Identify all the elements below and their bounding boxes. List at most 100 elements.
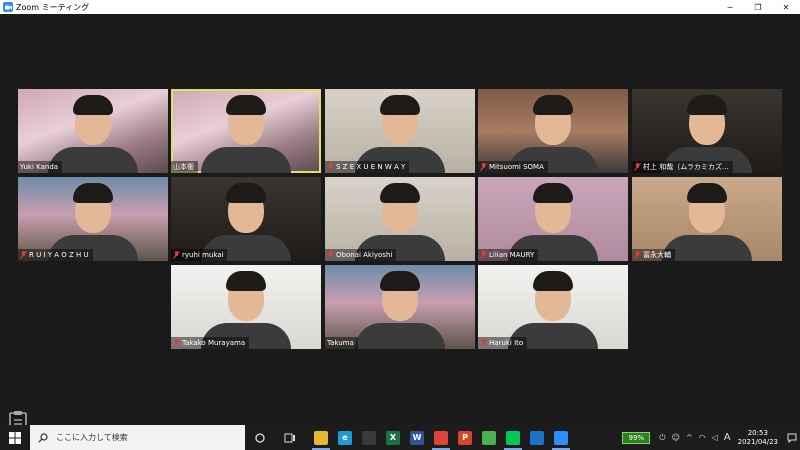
muted-mic-icon (480, 339, 487, 347)
taskbar-app-word[interactable]: W (405, 425, 429, 450)
participant-tile[interactable]: Takako Murayama (171, 265, 321, 349)
participant-namebar: 村上 和哉（ムラカミカズ… (632, 161, 733, 173)
participant-name: Lilian MAURY (489, 251, 535, 259)
muted-mic-icon (634, 163, 641, 171)
taskbar-app-line[interactable] (501, 425, 525, 450)
participant-hair (687, 95, 727, 115)
participant-hair (226, 271, 266, 291)
participant-hair (533, 183, 573, 203)
zoom-app-icon (3, 2, 13, 12)
participant-tile[interactable]: Haruki Ito (478, 265, 628, 349)
taskbar-app-excel[interactable]: X (381, 425, 405, 450)
participant-tile[interactable]: S Z E X U E N W A Y (325, 89, 475, 173)
task-view-button[interactable] (275, 425, 305, 450)
participant-hair (687, 183, 727, 203)
participant-tile[interactable]: Mitsuomi SOMA (478, 89, 628, 173)
participant-namebar: ryuhi mukai (171, 249, 228, 261)
participant-name: Takuma (327, 339, 354, 347)
windows-logo-icon (9, 431, 21, 444)
participant-name: Mitsuomi SOMA (489, 163, 544, 171)
participant-body (662, 235, 752, 261)
muted-mic-icon (480, 251, 487, 259)
taskbar-app-chrome[interactable] (429, 425, 453, 450)
file-explorer-icon (314, 430, 328, 445)
participant-namebar: Haruki Ito (478, 337, 528, 349)
battery-indicator[interactable]: 99% (622, 431, 651, 444)
window-title: Zoom ミーティング (16, 2, 90, 12)
word-icon: W (410, 430, 424, 445)
participant-namebar: Takuma (325, 337, 358, 349)
power-icon[interactable]: ⏻ (659, 433, 665, 443)
muted-mic-icon (634, 251, 641, 259)
participant-name: Obonai Akiyoshi (336, 251, 393, 259)
ime-indicator[interactable]: A (724, 432, 731, 443)
participant-namebar: S Z E X U E N W A Y (325, 161, 410, 173)
participant-tile[interactable]: Takuma (325, 265, 475, 349)
search-placeholder: ここに入力して検索 (56, 433, 128, 442)
chrome-icon (482, 430, 496, 445)
taskbar-app-mail[interactable] (525, 425, 549, 450)
participant-namebar: R U I Y A O Z H U (18, 249, 93, 261)
participant-namebar: Takako Murayama (171, 337, 250, 349)
cortana-icon (255, 432, 265, 443)
task-view-icon (284, 433, 295, 442)
taskbar-app-powerpoint[interactable]: P (453, 425, 477, 450)
participant-name: 冨永大輔 (643, 251, 671, 259)
mail-icon (530, 430, 544, 445)
volume-icon[interactable]: ◁ (712, 433, 718, 442)
line-icon (506, 430, 520, 445)
participant-hair (380, 95, 420, 115)
close-button[interactable]: ✕ (772, 0, 800, 14)
notification-button[interactable] (784, 425, 800, 450)
excel-icon: X (386, 430, 400, 445)
participant-name: 村上 和哉（ムラカミカズ… (643, 163, 729, 171)
gallery-view: Yuki Kanda 山本衝 S Z E X U E N W A Y Mitsuomi… (0, 14, 800, 432)
participant-tile[interactable]: 冨永大輔 (632, 177, 782, 261)
powerpoint-icon: P (458, 430, 472, 445)
participant-tile[interactable]: 山本衝 (171, 89, 321, 173)
participant-tile[interactable]: ryuhi mukai (171, 177, 321, 261)
participant-tile[interactable]: Yuki Kanda (18, 89, 168, 173)
cortana-button[interactable] (245, 425, 275, 450)
clock-time: 20:53 (747, 428, 768, 437)
clock[interactable]: 20:53 2021/04/23 (738, 429, 778, 447)
zoom-icon (554, 430, 568, 445)
taskbar-app-file-explorer[interactable] (309, 425, 333, 450)
taskbar-app-chrome[interactable] (477, 425, 501, 450)
muted-mic-icon (173, 339, 180, 347)
start-button[interactable] (0, 425, 30, 450)
minimize-button[interactable]: ─ (716, 0, 744, 14)
participant-tile[interactable]: R U I Y A O Z H U (18, 177, 168, 261)
participant-namebar: Yuki Kanda (18, 161, 63, 173)
participant-hair (226, 183, 266, 203)
participant-namebar: 山本衝 (171, 161, 198, 173)
clock-date: 2021/04/23 (737, 437, 778, 446)
person-icon[interactable]: ☺ (672, 433, 680, 442)
participant-body (201, 147, 291, 173)
chrome-icon (434, 430, 448, 445)
participant-name: Takako Murayama (182, 339, 246, 347)
participant-namebar: Obonai Akiyoshi (325, 249, 397, 261)
participant-name: Yuki Kanda (20, 163, 59, 171)
muted-mic-icon (327, 251, 334, 259)
participant-body (355, 323, 445, 349)
participant-namebar: 冨永大輔 (632, 249, 675, 261)
participant-tile[interactable]: Lilian MAURY (478, 177, 628, 261)
chevron-up-icon[interactable]: ^ (686, 433, 693, 442)
taskbar-app-edge[interactable]: e (333, 425, 357, 450)
notification-icon (787, 433, 797, 443)
wifi-icon[interactable]: ◠ (699, 433, 706, 442)
participant-tile[interactable]: Obonai Akiyoshi (325, 177, 475, 261)
maximize-button[interactable]: ❐ (744, 0, 772, 14)
title-bar: Zoom ミーティング ─ ❐ ✕ (0, 0, 800, 14)
participant-tile[interactable]: 村上 和哉（ムラカミカズ… (632, 89, 782, 173)
participant-name: ryuhi mukai (182, 251, 224, 259)
taskbar-app-zoom[interactable] (549, 425, 573, 450)
participant-namebar: Lilian MAURY (478, 249, 539, 261)
participant-namebar: Mitsuomi SOMA (478, 161, 548, 173)
participant-hair (533, 271, 573, 291)
taskbar: ここに入力して検索 e XW P 99% ⏻ ☺ ^ ◠ ◁ A 20:53 202… (0, 425, 800, 450)
taskbar-search-box[interactable]: ここに入力して検索 (30, 425, 245, 450)
taskbar-app-store[interactable] (357, 425, 381, 450)
store-icon (362, 430, 376, 445)
